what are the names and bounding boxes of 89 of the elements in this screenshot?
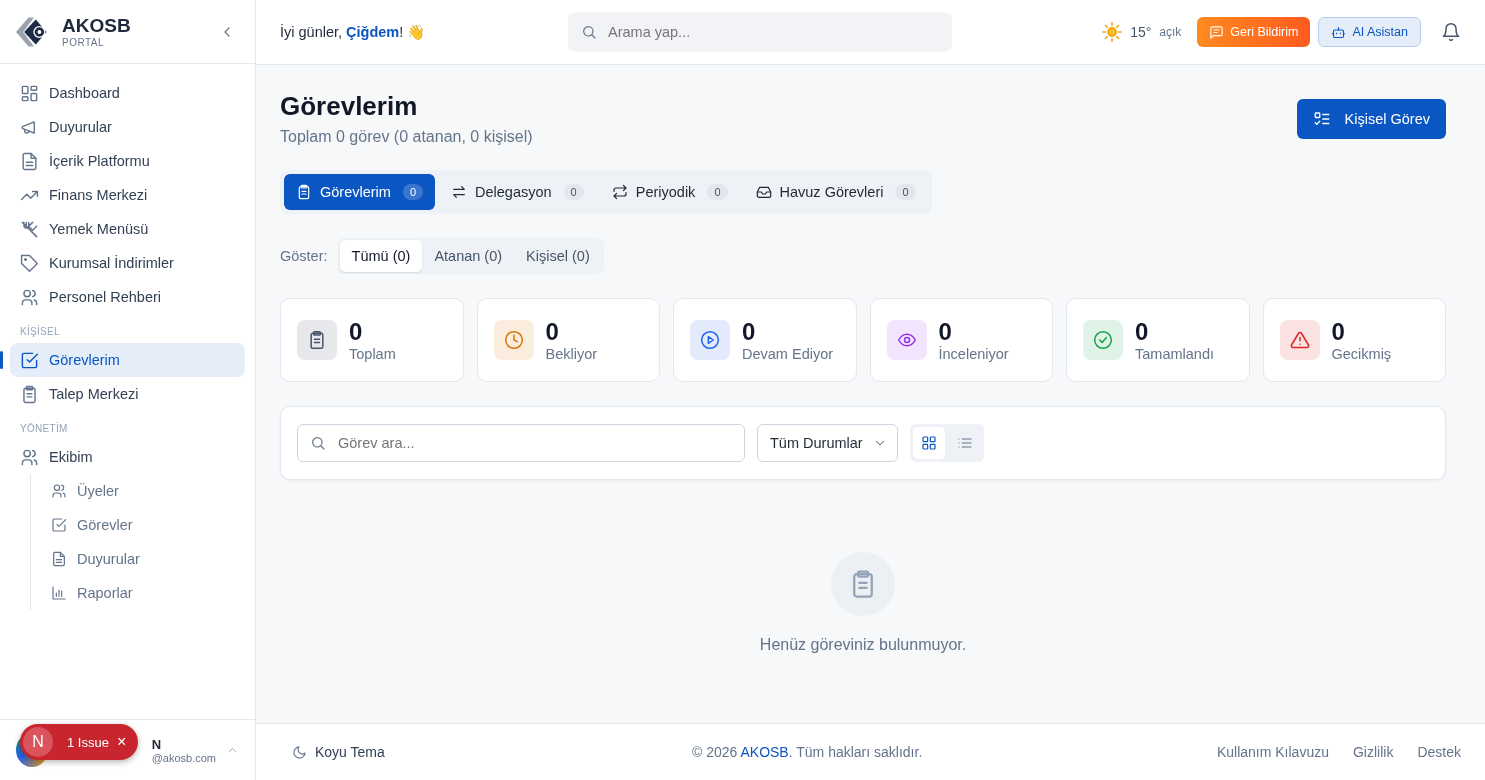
- tab-count: 0: [563, 184, 584, 200]
- stat-label: Bekliyor: [545, 346, 598, 362]
- brand-name: AKOSB: [62, 15, 132, 37]
- tab-count: 0: [895, 184, 916, 200]
- footer-link[interactable]: Destek: [1417, 744, 1461, 760]
- moon-icon: [292, 744, 307, 760]
- task-search-field[interactable]: Görev ara...: [297, 424, 745, 462]
- tab[interactable]: Havuz Görevleri 0: [743, 174, 928, 210]
- brand-subtitle: PORTAL: [62, 37, 106, 48]
- stat-value: 0: [1331, 318, 1346, 346]
- search-icon: [581, 24, 597, 40]
- tab-count: 0: [707, 184, 728, 200]
- stat-label: Devam Ediyor: [742, 346, 834, 362]
- nav-subitem[interactable]: Duyurular: [41, 542, 245, 576]
- nav-subitem[interactable]: Üyeler: [41, 474, 245, 508]
- issue-letter: N: [23, 727, 53, 757]
- clipboard-icon: [296, 184, 312, 200]
- checkbox-icon: [51, 517, 67, 533]
- stat-label: Tamamlandı: [1135, 346, 1214, 362]
- tab[interactable]: Periyodik 0: [599, 174, 740, 210]
- bar-chart-icon: [51, 585, 67, 601]
- nav-subitem[interactable]: Görevler: [41, 508, 245, 542]
- footer-link[interactable]: Gizlilik: [1352, 744, 1394, 760]
- inbox-icon: [755, 184, 772, 200]
- page-subtitle: Toplam 0 görev (0 atanan, 0 kişisel): [280, 128, 533, 146]
- users-icon: [20, 287, 39, 307]
- tag-icon: [20, 253, 39, 273]
- checklist-icon: [1312, 110, 1331, 128]
- nav-item[interactable]: Finans Merkezi: [10, 178, 245, 212]
- temperature: 15°: [1130, 24, 1152, 40]
- stat-value: 0: [742, 318, 757, 346]
- issue-badge[interactable]: N 1 Issue ×: [20, 724, 139, 760]
- sun-icon: [1102, 22, 1123, 42]
- close-icon[interactable]: ×: [116, 733, 127, 751]
- repeat-icon: [611, 184, 628, 200]
- bell-icon[interactable]: [1441, 22, 1461, 42]
- nav-item[interactable]: Personel Rehberi: [10, 280, 245, 314]
- clipboard-icon: [20, 384, 39, 404]
- filter-option[interactable]: Tümü (0): [339, 240, 423, 272]
- user-email: @akosb.com: [151, 751, 216, 764]
- new-task-button[interactable]: Kişisel Görev: [1296, 99, 1446, 139]
- tab[interactable]: Görevlerim 0: [284, 174, 436, 210]
- search-field[interactable]: Arama yap...: [568, 12, 952, 52]
- robot-icon: [1331, 24, 1347, 40]
- nav-item[interactable]: Yemek Menüsü: [10, 212, 245, 246]
- copyright: © 2026 AKOSB. Tüm hakları saklıdır.: [692, 744, 923, 760]
- user-name: N: [151, 736, 162, 752]
- document-icon: [20, 151, 39, 171]
- nav-item[interactable]: Talep Merkezi: [10, 377, 245, 411]
- filter-option[interactable]: Atanan (0): [422, 240, 515, 272]
- grid-view-button[interactable]: [912, 427, 945, 459]
- stat-label: İnceleniyor: [938, 346, 1009, 362]
- stat-label: Toplam: [349, 346, 396, 362]
- cutlery-icon: [20, 219, 39, 239]
- section-heading: KİŞİSEL: [19, 324, 61, 339]
- document-icon: [51, 551, 67, 567]
- filter-option[interactable]: Kişisel (0): [514, 240, 602, 272]
- stat-value: 0: [1135, 318, 1150, 346]
- section-heading: YÖNETİM: [19, 421, 69, 436]
- empty-message: Henüz göreviniz bulunmuyor.: [759, 636, 967, 654]
- footer-link[interactable]: Kullanım Kılavuzu: [1216, 744, 1329, 760]
- page-title: Görevlerim: [280, 91, 419, 122]
- nav-subitem[interactable]: Raporlar: [41, 576, 245, 610]
- weather-condition: açık: [1159, 25, 1182, 39]
- issue-count: 1 Issue: [67, 734, 109, 750]
- filter-label: Göster:: [280, 248, 328, 264]
- dark-theme-toggle[interactable]: Koyu Tema: [292, 744, 692, 760]
- nav-item[interactable]: İçerik Platformu: [10, 144, 245, 178]
- assistant-button[interactable]: AI Asistan: [1318, 17, 1421, 47]
- grid-icon: [920, 435, 937, 451]
- users-icon: [20, 447, 39, 467]
- nav-item[interactable]: Dashboard: [10, 76, 245, 110]
- search-icon: [310, 435, 326, 451]
- tab[interactable]: Delegasyon 0: [439, 174, 596, 210]
- checkbox-icon: [20, 350, 39, 370]
- tab-count: 0: [402, 184, 424, 200]
- greeting: İyi günler, Çiğdem! 👋: [280, 23, 427, 41]
- message-icon: [1209, 24, 1225, 40]
- stat-value: 0: [349, 318, 364, 346]
- nav-item[interactable]: Kurumsal İndirimler: [10, 246, 245, 280]
- stat-value: 0: [938, 318, 953, 346]
- users-icon: [51, 483, 67, 499]
- swap-icon: [451, 184, 468, 200]
- stat-value: 0: [545, 318, 560, 346]
- dashboard-icon: [20, 83, 39, 103]
- nav-item[interactable]: Ekibim: [10, 440, 245, 474]
- status-dropdown[interactable]: Tüm Durumlar: [757, 424, 898, 462]
- stat-label: Gecikmiş: [1331, 346, 1392, 362]
- nav-item[interactable]: Duyurular: [10, 110, 245, 144]
